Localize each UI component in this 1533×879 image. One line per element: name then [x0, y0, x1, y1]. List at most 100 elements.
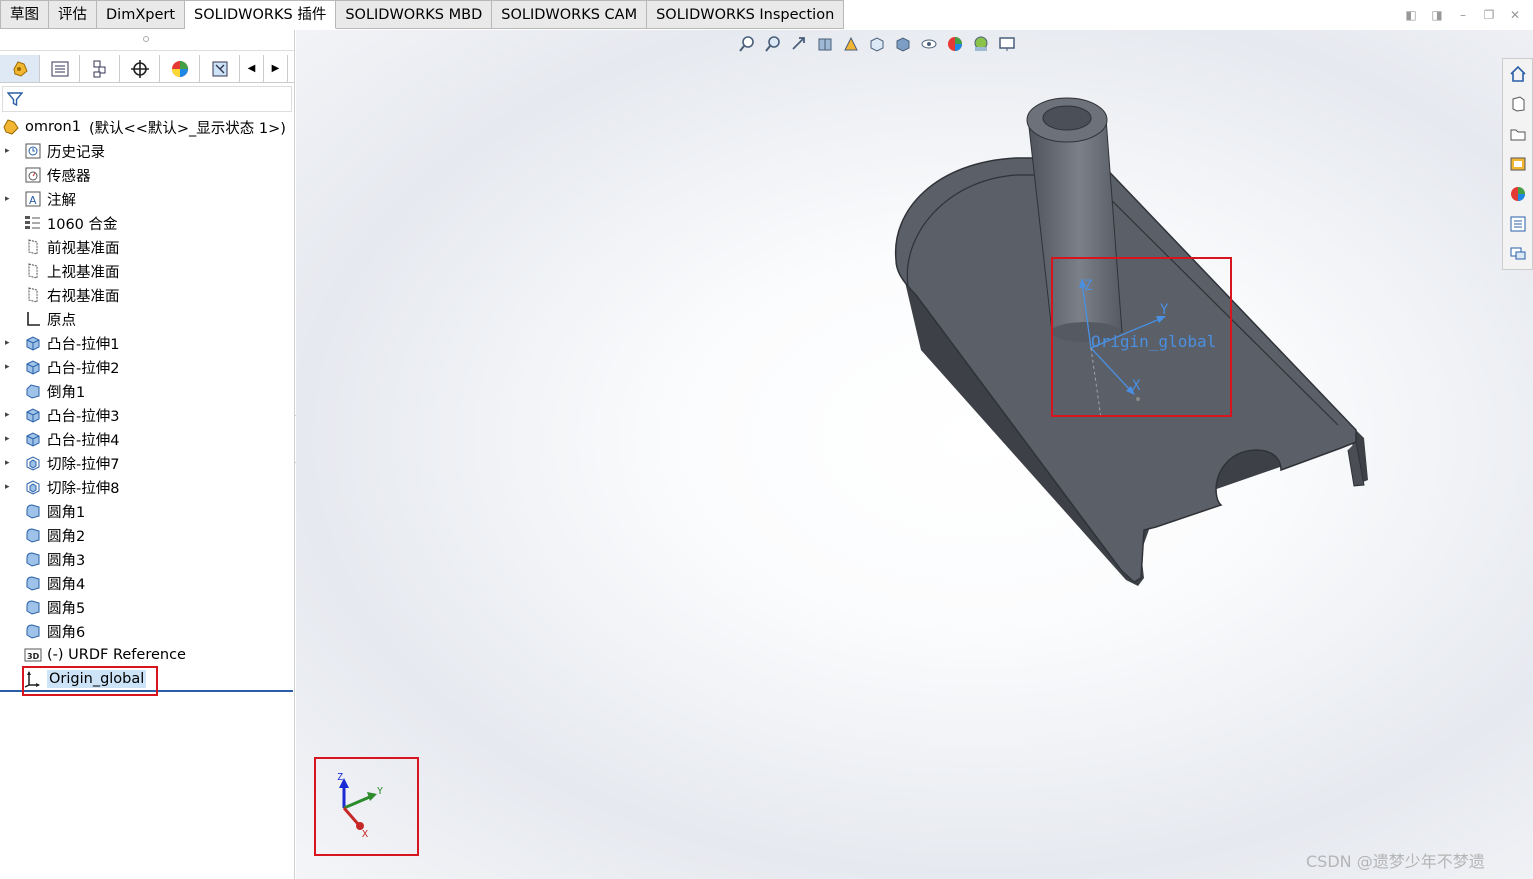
cam-manager-tab-icon[interactable]: [200, 55, 240, 82]
tab-4[interactable]: SOLIDWORKS MBD: [336, 0, 493, 29]
graphics-area[interactable]: Z Y X Origin_global Z Y X CSDN @遗梦少年不梦遗: [296, 30, 1533, 879]
tree-item[interactable]: ▸ 历史记录: [0, 140, 294, 162]
tree-item[interactable]: 圆角6: [0, 620, 294, 642]
expand-arrow-icon[interactable]: ▸: [5, 356, 15, 378]
tree-item[interactable]: 圆角3: [0, 548, 294, 570]
tree-item[interactable]: 圆角5: [0, 596, 294, 618]
expand-arrow-icon[interactable]: ▸: [5, 332, 15, 354]
tree-item[interactable]: 圆角1: [0, 500, 294, 522]
fillet-icon: [24, 574, 42, 592]
tree-item[interactable]: ▸ 凸台-拉伸3: [0, 404, 294, 426]
tree-item[interactable]: ▸ 凸台-拉伸2: [0, 356, 294, 378]
fillet-icon: [24, 598, 42, 616]
tree-item[interactable]: ▸ A 注解: [0, 188, 294, 210]
close-icon[interactable]: ✕: [1507, 7, 1523, 23]
plane-icon: [24, 262, 42, 280]
tree-item-label: (-) URDF Reference: [47, 647, 186, 663]
custom-properties-icon[interactable]: [1507, 213, 1529, 235]
cut-extrude-icon: [24, 454, 42, 472]
boss-extrude-icon: [24, 430, 42, 448]
configuration-manager-tab-icon[interactable]: [80, 55, 120, 82]
design-library-icon[interactable]: [1507, 153, 1529, 175]
tree-item-label: 切除-拉伸7: [47, 456, 120, 473]
property-manager-tab-icon[interactable]: [40, 55, 80, 82]
tree-item-label: 1060 合金: [47, 216, 118, 233]
tree-item[interactable]: 1060 合金: [0, 212, 294, 234]
tree-item[interactable]: 圆角2: [0, 524, 294, 546]
watermark: CSDN @遗梦少年不梦遗: [1306, 852, 1485, 871]
appearances-icon[interactable]: [1507, 183, 1529, 205]
tree-item-label: 历史记录: [47, 144, 105, 161]
tree-item[interactable]: 倒角1: [0, 380, 294, 402]
part-model[interactable]: Z Y X Origin_global: [296, 30, 1533, 879]
tab-6[interactable]: SOLIDWORKS Inspection: [647, 0, 845, 29]
tree-item[interactable]: 上视基准面: [0, 260, 294, 282]
tree-item[interactable]: 右视基准面: [0, 284, 294, 306]
tree-item-label: 倒角1: [47, 384, 86, 401]
tree-item[interactable]: ▸ 切除-拉伸8: [0, 476, 294, 498]
tab-scroll-left-icon[interactable]: ◀: [240, 55, 264, 82]
panel-grip[interactable]: [143, 36, 149, 42]
tab-5[interactable]: SOLIDWORKS CAM: [492, 0, 648, 29]
feature-manager-tab-icon[interactable]: [0, 55, 40, 82]
tab-1[interactable]: 评估: [49, 0, 97, 29]
tab-2[interactable]: DimXpert: [97, 0, 186, 29]
command-tabs: 草图 评估 DimXpert SOLIDWORKS 插件 SOLIDWORKS MBD S…: [0, 0, 845, 29]
expand-arrow-icon[interactable]: ▸: [5, 452, 15, 474]
plane-icon: [24, 238, 42, 256]
display-manager-tab-icon[interactable]: [160, 55, 200, 82]
tree-root[interactable]: omron1 (默认<<默认>_显示状态 1>): [2, 116, 286, 138]
highlight-box-tree-item: [22, 666, 158, 696]
root-name: omron1: [25, 119, 81, 135]
sensor-icon: [24, 166, 42, 184]
tree-item[interactable]: ▸ 凸台-拉伸4: [0, 428, 294, 450]
tree-item[interactable]: 3D (-) URDF Reference: [0, 644, 294, 666]
expand-arrow-icon[interactable]: ▸: [5, 428, 15, 450]
tree-item-label: 圆角4: [47, 576, 86, 593]
tree-filter[interactable]: [2, 86, 292, 112]
tab-scroll-right-icon[interactable]: ▶: [264, 55, 288, 82]
tree-item-label: 上视基准面: [47, 264, 120, 281]
tab-0[interactable]: 草图: [0, 0, 49, 29]
tree-item[interactable]: 前视基准面: [0, 236, 294, 258]
expand-arrow-icon[interactable]: ▸: [5, 188, 15, 210]
tree-item-label: 右视基准面: [47, 288, 120, 305]
svg-text:A: A: [29, 194, 37, 207]
dimxpert-manager-tab-icon[interactable]: [120, 55, 160, 82]
tile-right-icon[interactable]: ◨: [1429, 7, 1445, 23]
restore-icon[interactable]: ❐: [1481, 7, 1497, 23]
minimize-icon[interactable]: –: [1455, 7, 1471, 23]
3d-sketch-icon: 3D: [24, 646, 42, 664]
tree-item-label: 圆角6: [47, 624, 86, 641]
annotation-icon: A: [24, 190, 42, 208]
tree-item[interactable]: ▸ 切除-拉伸7: [0, 452, 294, 474]
cut-extrude-icon: [24, 478, 42, 496]
tree-item-label: 凸台-拉伸1: [47, 336, 120, 353]
forum-icon[interactable]: [1507, 243, 1529, 265]
tree-item-label: 圆角2: [47, 528, 86, 545]
tree-item-label: 凸台-拉伸3: [47, 408, 120, 425]
home-icon[interactable]: [1507, 63, 1529, 85]
file-explorer-icon[interactable]: [1507, 123, 1529, 145]
part-icon: [2, 118, 20, 136]
tree-item[interactable]: ▸ 凸台-拉伸1: [0, 332, 294, 354]
tree-item[interactable]: 原点: [0, 308, 294, 330]
filter-icon: [7, 92, 23, 107]
tree-item[interactable]: 圆角4: [0, 572, 294, 594]
fillet-icon: [24, 502, 42, 520]
expand-arrow-icon[interactable]: ▸: [5, 476, 15, 498]
tab-3[interactable]: SOLIDWORKS 插件: [185, 0, 337, 29]
resources-icon[interactable]: [1507, 93, 1529, 115]
tree-item-label: 原点: [47, 312, 76, 329]
boss-extrude-icon: [24, 358, 42, 376]
fillet-icon: [24, 622, 42, 640]
tree-item-label: 凸台-拉伸4: [47, 432, 120, 449]
highlight-box-triad: [314, 757, 419, 856]
boss-extrude-icon: [24, 334, 42, 352]
expand-arrow-icon[interactable]: ▸: [5, 404, 15, 426]
material-icon: [24, 214, 42, 232]
divider: [0, 50, 294, 51]
expand-arrow-icon[interactable]: ▸: [5, 140, 15, 162]
tile-left-icon[interactable]: ◧: [1403, 7, 1419, 23]
tree-item[interactable]: 传感器: [0, 164, 294, 186]
